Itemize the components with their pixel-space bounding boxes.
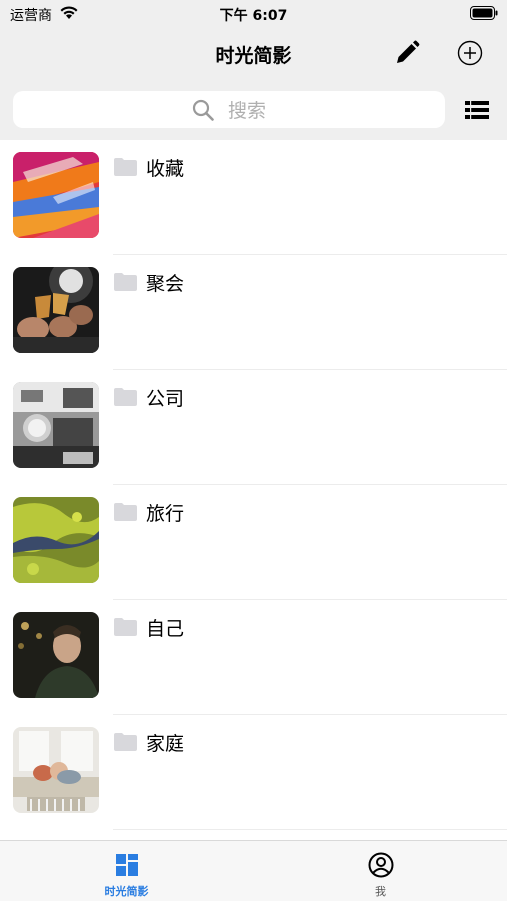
album-label: 收藏 [146, 158, 185, 180]
album-label: 聚会 [146, 273, 185, 295]
plus-circle-icon[interactable] [457, 40, 483, 66]
folder-icon [114, 503, 137, 521]
album-list: 收藏 聚会 公司 旅行 自己 家庭 [0, 140, 507, 830]
folder-icon [114, 158, 137, 176]
folder-icon [114, 618, 137, 636]
album-row-self[interactable]: 自己 [0, 600, 507, 715]
tab-label: 我 [375, 885, 386, 898]
search-area: 搜索 [0, 80, 507, 140]
user-circle-icon [368, 852, 393, 878]
album-label: 家庭 [146, 733, 185, 755]
clock-time: 下午 6:07 [219, 8, 288, 24]
tab-bar: 时光简影 我 [0, 840, 507, 901]
album-thumbnail [13, 152, 99, 238]
navigation-bar: 时光简影 [0, 28, 507, 80]
search-placeholder: 搜索 [227, 100, 266, 122]
list-view-icon[interactable] [465, 100, 489, 120]
search-icon [192, 99, 214, 121]
album-row-family[interactable]: 家庭 [0, 715, 507, 830]
album-thumbnail [13, 727, 99, 813]
tab-label: 时光简影 [104, 885, 149, 898]
folder-icon [114, 388, 137, 406]
album-thumbnail [13, 612, 99, 698]
album-row-favorites[interactable]: 收藏 [0, 140, 507, 255]
tab-home[interactable]: 时光简影 [0, 841, 253, 901]
folder-icon [114, 273, 137, 291]
album-thumbnail [13, 267, 99, 353]
page-title: 时光简影 [215, 45, 292, 67]
album-label: 旅行 [146, 503, 185, 525]
pencil-icon[interactable] [394, 40, 420, 66]
folder-icon [114, 733, 137, 751]
album-row-travel[interactable]: 旅行 [0, 485, 507, 600]
tab-me[interactable]: 我 [254, 841, 507, 901]
album-thumbnail [13, 497, 99, 583]
status-bar: 运营商 下午 6:07 [0, 0, 507, 28]
album-thumbnail [13, 382, 99, 468]
album-label: 公司 [146, 388, 185, 410]
search-input[interactable]: 搜索 [13, 91, 445, 128]
album-row-party[interactable]: 聚会 [0, 255, 507, 370]
grid-icon [115, 854, 138, 876]
battery-icon [470, 6, 498, 20]
album-label: 自己 [146, 618, 185, 640]
album-row-company[interactable]: 公司 [0, 370, 507, 485]
